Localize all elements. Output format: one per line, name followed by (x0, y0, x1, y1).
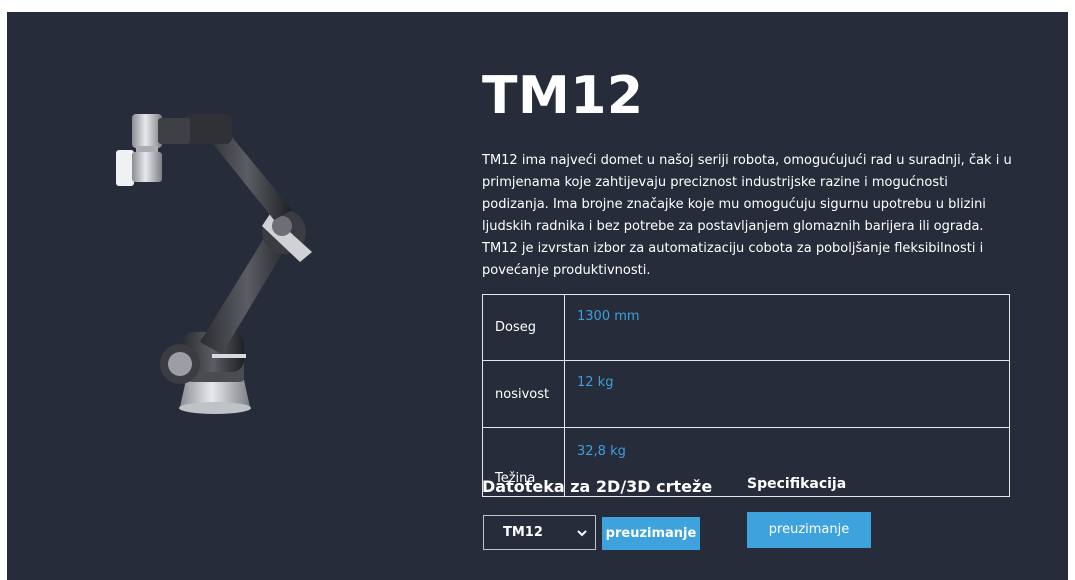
table-row: Doseg 1300 mm (482, 294, 1010, 361)
spec-value-payload: 12 kg (564, 360, 1010, 428)
spec-value-reach: 1300 mm (564, 294, 1010, 361)
model-select[interactable]: TM12 (483, 515, 596, 550)
drawings-heading: Datoteka za 2D/3D crteže (482, 477, 713, 496)
table-row: nosivost 12 kg (482, 360, 1010, 428)
spec-table: Doseg 1300 mm nosivost 12 kg Težina 32,8… (482, 294, 1010, 497)
model-select-value: TM12 (503, 525, 543, 540)
spec-label-payload: nosivost (482, 360, 565, 428)
robot-arm-image (116, 114, 312, 414)
specification-heading: Specifikacija (747, 476, 847, 492)
product-title: TM12 (482, 66, 644, 126)
chevron-down-icon (577, 530, 587, 537)
download-spec-button[interactable]: preuzimanje (747, 512, 871, 548)
product-description: TM12 ima najveći domet u našoj seriji ro… (482, 153, 1012, 278)
product-panel: TM12 TM12 ima najveći domet u našoj seri… (7, 12, 1068, 580)
download-drawings-button[interactable]: preuzimanje (602, 517, 700, 550)
spec-label-reach: Doseg (482, 294, 565, 361)
